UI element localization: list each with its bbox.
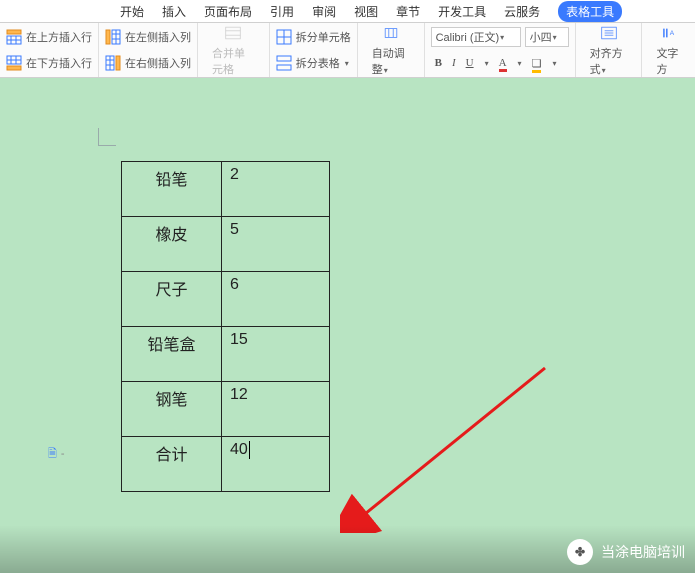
- font-color-button[interactable]: A: [499, 57, 507, 69]
- italic-button[interactable]: I: [452, 57, 456, 69]
- cell-name[interactable]: 钢笔: [122, 382, 222, 437]
- label: 在右侧插入列: [125, 55, 191, 71]
- group-font: Calibri (正文)▾ 小四▾ B I U▾ A▾ ❏▾: [425, 23, 576, 77]
- label: 在上方插入行: [26, 29, 92, 45]
- merge-cells-icon: [222, 23, 244, 43]
- btn-insert-row-below[interactable]: 在下方插入行: [6, 50, 92, 76]
- insert-row-below-icon: [6, 55, 22, 71]
- chevron-down-icon: ▾: [602, 66, 606, 75]
- btn-split-table[interactable]: 拆分表格 ▾: [276, 50, 351, 76]
- tab-table-tools[interactable]: 表格工具: [558, 1, 622, 22]
- insert-col-right-icon: [105, 55, 121, 71]
- cell-value[interactable]: 12: [222, 382, 330, 437]
- cell-value[interactable]: 40: [222, 437, 330, 492]
- watermark: ✤ 当涂电脑培训: [567, 539, 685, 565]
- font-name-select[interactable]: Calibri (正文)▾: [431, 27, 521, 47]
- split-table-icon: [276, 55, 292, 71]
- chevron-down-icon: ▾: [384, 66, 388, 75]
- btn-split-cells[interactable]: 拆分单元格: [276, 24, 351, 50]
- font-size-select[interactable]: 小四▾: [525, 27, 569, 47]
- document-canvas[interactable]: 铅笔 2 橡皮 5 尺子 6 铅笔盒 15 钢笔 12 合计 40 🗎-: [0, 78, 695, 573]
- btn-insert-row-above[interactable]: 在上方插入行: [6, 24, 92, 50]
- tab-ref[interactable]: 引用: [270, 3, 294, 20]
- font-name-value: Calibri (正文): [436, 29, 500, 45]
- insert-col-left-icon: [105, 29, 121, 45]
- tab-start[interactable]: 开始: [120, 3, 144, 20]
- page-icon: 🗎: [48, 448, 57, 460]
- ribbon-toolbar: 在上方插入行 在下方插入行 在左侧插入列 在右侧插入列 合并: [0, 22, 695, 78]
- svg-text:A: A: [669, 30, 674, 37]
- label: 拆分表格: [296, 55, 340, 71]
- text-direction-icon: A: [658, 23, 680, 43]
- minus-icon: -: [61, 448, 65, 460]
- chevron-down-icon: ▾: [500, 33, 504, 42]
- page-margin-corner: [98, 128, 116, 146]
- table-row[interactable]: 合计 40: [122, 437, 330, 492]
- tab-cloud[interactable]: 云服务: [504, 3, 540, 20]
- cell-name[interactable]: 铅笔盒: [122, 327, 222, 382]
- cell-name[interactable]: 尺子: [122, 272, 222, 327]
- cell-name[interactable]: 合计: [122, 437, 222, 492]
- bold-button[interactable]: B: [435, 57, 442, 69]
- table-row[interactable]: 尺子 6: [122, 272, 330, 327]
- group-autofit: 自动调整▾: [358, 23, 425, 77]
- watermark-text: 当涂电脑培训: [601, 542, 685, 562]
- data-table[interactable]: 铅笔 2 橡皮 5 尺子 6 铅笔盒 15 钢笔 12 合计 40: [121, 161, 330, 492]
- btn-text-direction[interactable]: A 文字方: [648, 23, 689, 77]
- label: 自动调整: [372, 48, 405, 76]
- insert-page-button[interactable]: 🗎-: [48, 445, 65, 464]
- chevron-down-icon: ▾: [485, 59, 489, 68]
- chevron-down-icon: ▾: [552, 59, 556, 68]
- tab-chapter[interactable]: 章节: [396, 3, 420, 20]
- chevron-down-icon: ▾: [518, 59, 522, 68]
- label: 对齐方式: [590, 48, 623, 76]
- label: 文字方: [656, 45, 681, 77]
- cell-name[interactable]: 铅笔: [122, 162, 222, 217]
- tab-layout[interactable]: 页面布局: [204, 3, 252, 20]
- label: 在下方插入行: [26, 55, 92, 71]
- btn-insert-col-right[interactable]: 在右侧插入列: [105, 50, 191, 76]
- btn-align[interactable]: 对齐方式▾: [582, 23, 636, 77]
- cell-value[interactable]: 6: [222, 272, 330, 327]
- chevron-down-icon: ▾: [345, 59, 349, 68]
- cell-name[interactable]: 橡皮: [122, 217, 222, 272]
- underline-button[interactable]: U: [466, 57, 474, 69]
- align-icon: [598, 23, 620, 43]
- tab-insert[interactable]: 插入: [162, 3, 186, 20]
- annotation-arrow: [340, 363, 550, 533]
- chevron-down-icon: ▾: [553, 33, 557, 42]
- group-align: 对齐方式▾: [576, 23, 643, 77]
- wechat-icon: ✤: [567, 539, 593, 565]
- table-row[interactable]: 橡皮 5: [122, 217, 330, 272]
- label: 合并单元格: [212, 45, 255, 77]
- table-row[interactable]: 铅笔 2: [122, 162, 330, 217]
- group-text-dir: A 文字方: [642, 23, 695, 77]
- group-insert-rows: 在上方插入行 在下方插入行: [0, 23, 99, 77]
- cell-value[interactable]: 5: [222, 217, 330, 272]
- font-size-value: 小四: [530, 29, 552, 45]
- cell-value[interactable]: 15: [222, 327, 330, 382]
- tab-view[interactable]: 视图: [354, 3, 378, 20]
- table-row[interactable]: 铅笔盒 15: [122, 327, 330, 382]
- cell-value[interactable]: 2: [222, 162, 330, 217]
- btn-merge-cells: 合并单元格: [204, 23, 263, 77]
- group-insert-cols: 在左侧插入列 在右侧插入列: [99, 23, 198, 77]
- btn-autofit[interactable]: 自动调整▾: [364, 23, 418, 77]
- btn-insert-col-left[interactable]: 在左侧插入列: [105, 24, 191, 50]
- text-cursor: [249, 441, 250, 459]
- tab-review[interactable]: 审阅: [312, 3, 336, 20]
- group-merge: 合并单元格: [198, 23, 270, 77]
- insert-row-above-icon: [6, 29, 22, 45]
- tab-dev[interactable]: 开发工具: [438, 3, 486, 20]
- autofit-icon: [380, 23, 402, 43]
- ribbon-tabs: 开始 插入 页面布局 引用 审阅 视图 章节 开发工具 云服务 表格工具: [0, 0, 695, 22]
- table-row[interactable]: 钢笔 12: [122, 382, 330, 437]
- label: 拆分单元格: [296, 29, 351, 45]
- split-cells-icon: [276, 29, 292, 45]
- label: 在左侧插入列: [125, 29, 191, 45]
- group-split: 拆分单元格 拆分表格 ▾: [270, 23, 358, 77]
- highlight-button[interactable]: ❏: [532, 57, 542, 70]
